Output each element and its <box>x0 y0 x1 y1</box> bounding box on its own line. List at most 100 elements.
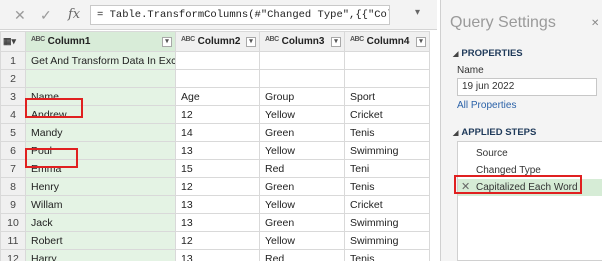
table-cell[interactable]: 15 <box>175 159 260 178</box>
row-number[interactable]: 6 <box>0 141 26 160</box>
table-cell[interactable] <box>344 51 430 70</box>
step-label: Source <box>476 148 508 159</box>
table-cell[interactable]: 13 <box>175 141 260 160</box>
applied-steps-header-label: APPLIED STEPS <box>461 127 537 138</box>
table-cell[interactable]: 12 <box>175 105 260 124</box>
table-cell[interactable]: Green <box>259 213 345 232</box>
query-settings-pane: Query Settings ✕ ◢ PROPERTIES Name 19 jun… <box>440 0 602 261</box>
row-number[interactable]: 10 <box>0 213 26 232</box>
filter-dropdown-icon[interactable]: ▾ <box>416 37 426 47</box>
row-number[interactable]: 4 <box>0 105 26 124</box>
table-cell[interactable]: Sport <box>344 87 430 106</box>
column-header-label: Column3 <box>281 36 325 47</box>
name-field[interactable]: 19 jun 2022 <box>457 78 597 96</box>
row-number[interactable]: 1 <box>0 51 26 70</box>
table-cell[interactable]: Group <box>259 87 345 106</box>
table-cell[interactable]: Green <box>259 177 345 196</box>
table-header-row: ▦▾ ABC Column1 ▾ ABC Column2 ▾ ABC Column3 ▾ A… <box>0 31 430 52</box>
table-cell[interactable]: Tenis <box>344 177 430 196</box>
filter-dropdown-icon[interactable]: ▾ <box>162 37 172 47</box>
table-cell[interactable]: Robert <box>25 231 176 250</box>
all-properties-link[interactable]: All Properties <box>457 100 516 111</box>
table-row: 11 Robert 12 Yellow Swimming <box>0 231 430 250</box>
column-header-3[interactable]: ABC Column3 ▾ <box>259 31 345 52</box>
table-cell[interactable]: Age <box>175 87 260 106</box>
table-cell[interactable]: Mandy <box>25 123 176 142</box>
table-menu-button[interactable]: ▦▾ <box>0 31 26 52</box>
table-cell[interactable]: 13 <box>175 195 260 214</box>
text-type-icon[interactable]: ABC <box>31 36 45 43</box>
applied-steps-header[interactable]: ◢ APPLIED STEPS <box>453 127 536 138</box>
table-cell[interactable]: Willam <box>25 195 176 214</box>
table-row: 12 Harry 13 Red Tenis <box>0 249 430 261</box>
properties-header-label: PROPERTIES <box>461 48 523 59</box>
table-cell[interactable]: Swimming <box>344 141 430 160</box>
name-label: Name <box>457 65 484 76</box>
table-cell[interactable]: Swimming <box>344 231 430 250</box>
table-cell[interactable]: Red <box>259 249 345 261</box>
highlight-box-andrew <box>25 98 83 118</box>
text-type-icon[interactable]: ABC <box>181 36 195 43</box>
row-number[interactable]: 9 <box>0 195 26 214</box>
table-cell[interactable]: Swimming <box>344 213 430 232</box>
row-number[interactable]: 2 <box>0 69 26 88</box>
table-row: 9 Willam 13 Yellow Cricket <box>0 195 430 214</box>
row-number[interactable]: 3 <box>0 87 26 106</box>
table-cell[interactable]: Tenis <box>344 249 430 261</box>
table-cell[interactable]: Red <box>259 159 345 178</box>
table-cell[interactable]: Teni <box>344 159 430 178</box>
table-cell[interactable]: Cricket <box>344 195 430 214</box>
table-cell[interactable]: Yellow <box>259 231 345 250</box>
table-cell[interactable] <box>259 51 345 70</box>
row-number[interactable]: 11 <box>0 231 26 250</box>
formula-input[interactable]: = Table.TransformColumns(#"Changed Type"… <box>90 5 390 25</box>
table-row: 8 Henry 12 Green Tenis <box>0 177 430 196</box>
table-cell[interactable]: Yellow <box>259 105 345 124</box>
fx-icon[interactable]: fx <box>68 7 80 22</box>
table-cell[interactable] <box>25 69 176 88</box>
properties-header[interactable]: ◢ PROPERTIES <box>453 48 523 59</box>
formula-bar: ✕ ✓ fx = Table.TransformColumns(#"Change… <box>0 0 437 30</box>
data-grid: ▦▾ ABC Column1 ▾ ABC Column2 ▾ ABC Column3 ▾ A… <box>0 31 437 261</box>
highlight-box-emma <box>25 148 78 168</box>
table-cell[interactable]: Henry <box>25 177 176 196</box>
table-cell[interactable]: 13 <box>175 213 260 232</box>
table-cell[interactable]: Tenis <box>344 123 430 142</box>
table-cell[interactable]: Cricket <box>344 105 430 124</box>
check-icon[interactable]: ✓ <box>40 7 52 23</box>
table-cell[interactable]: 12 <box>175 177 260 196</box>
row-number[interactable]: 7 <box>0 159 26 178</box>
table-cell[interactable] <box>175 69 260 88</box>
column-header-4[interactable]: ABC Column4 ▾ <box>344 31 430 52</box>
close-icon[interactable]: ✕ <box>14 7 26 23</box>
table-cell[interactable]: 14 <box>175 123 260 142</box>
table-cell[interactable] <box>175 51 260 70</box>
table-cell[interactable]: Jack <box>25 213 176 232</box>
applied-steps-list: Source Changed Type ✕ Capitalized Each Wo… <box>457 141 602 261</box>
table-cell[interactable] <box>259 69 345 88</box>
table-cell[interactable] <box>344 69 430 88</box>
close-icon[interactable]: ✕ <box>591 18 599 29</box>
table-row: 2 <box>0 69 430 88</box>
row-number[interactable]: 5 <box>0 123 26 142</box>
column-header-1[interactable]: ABC Column1 ▾ <box>25 31 176 52</box>
row-number[interactable]: 12 <box>0 249 26 261</box>
chevron-down-icon[interactable]: ▾ <box>415 7 420 18</box>
table-cell[interactable]: Yellow <box>259 195 345 214</box>
text-type-icon[interactable]: ABC <box>350 36 364 43</box>
table-cell[interactable]: Harry <box>25 249 176 261</box>
table-cell[interactable]: 12 <box>175 231 260 250</box>
filter-dropdown-icon[interactable]: ▾ <box>331 37 341 47</box>
step-source[interactable]: Source <box>458 145 602 162</box>
table-cell[interactable]: Yellow <box>259 141 345 160</box>
filter-dropdown-icon[interactable]: ▾ <box>246 37 256 47</box>
table-row: 1 Get And Transform Data In Excel <box>0 51 430 70</box>
row-number[interactable]: 8 <box>0 177 26 196</box>
table-cell[interactable]: Green <box>259 123 345 142</box>
table-cell[interactable]: Get And Transform Data In Excel <box>25 51 176 70</box>
data-table: ▦▾ ABC Column1 ▾ ABC Column2 ▾ ABC Column3 ▾ A… <box>0 31 430 261</box>
text-type-icon[interactable]: ABC <box>265 36 279 43</box>
column-header-2[interactable]: ABC Column2 ▾ <box>175 31 260 52</box>
table-cell[interactable]: 13 <box>175 249 260 261</box>
column-header-label: Column2 <box>197 36 241 47</box>
